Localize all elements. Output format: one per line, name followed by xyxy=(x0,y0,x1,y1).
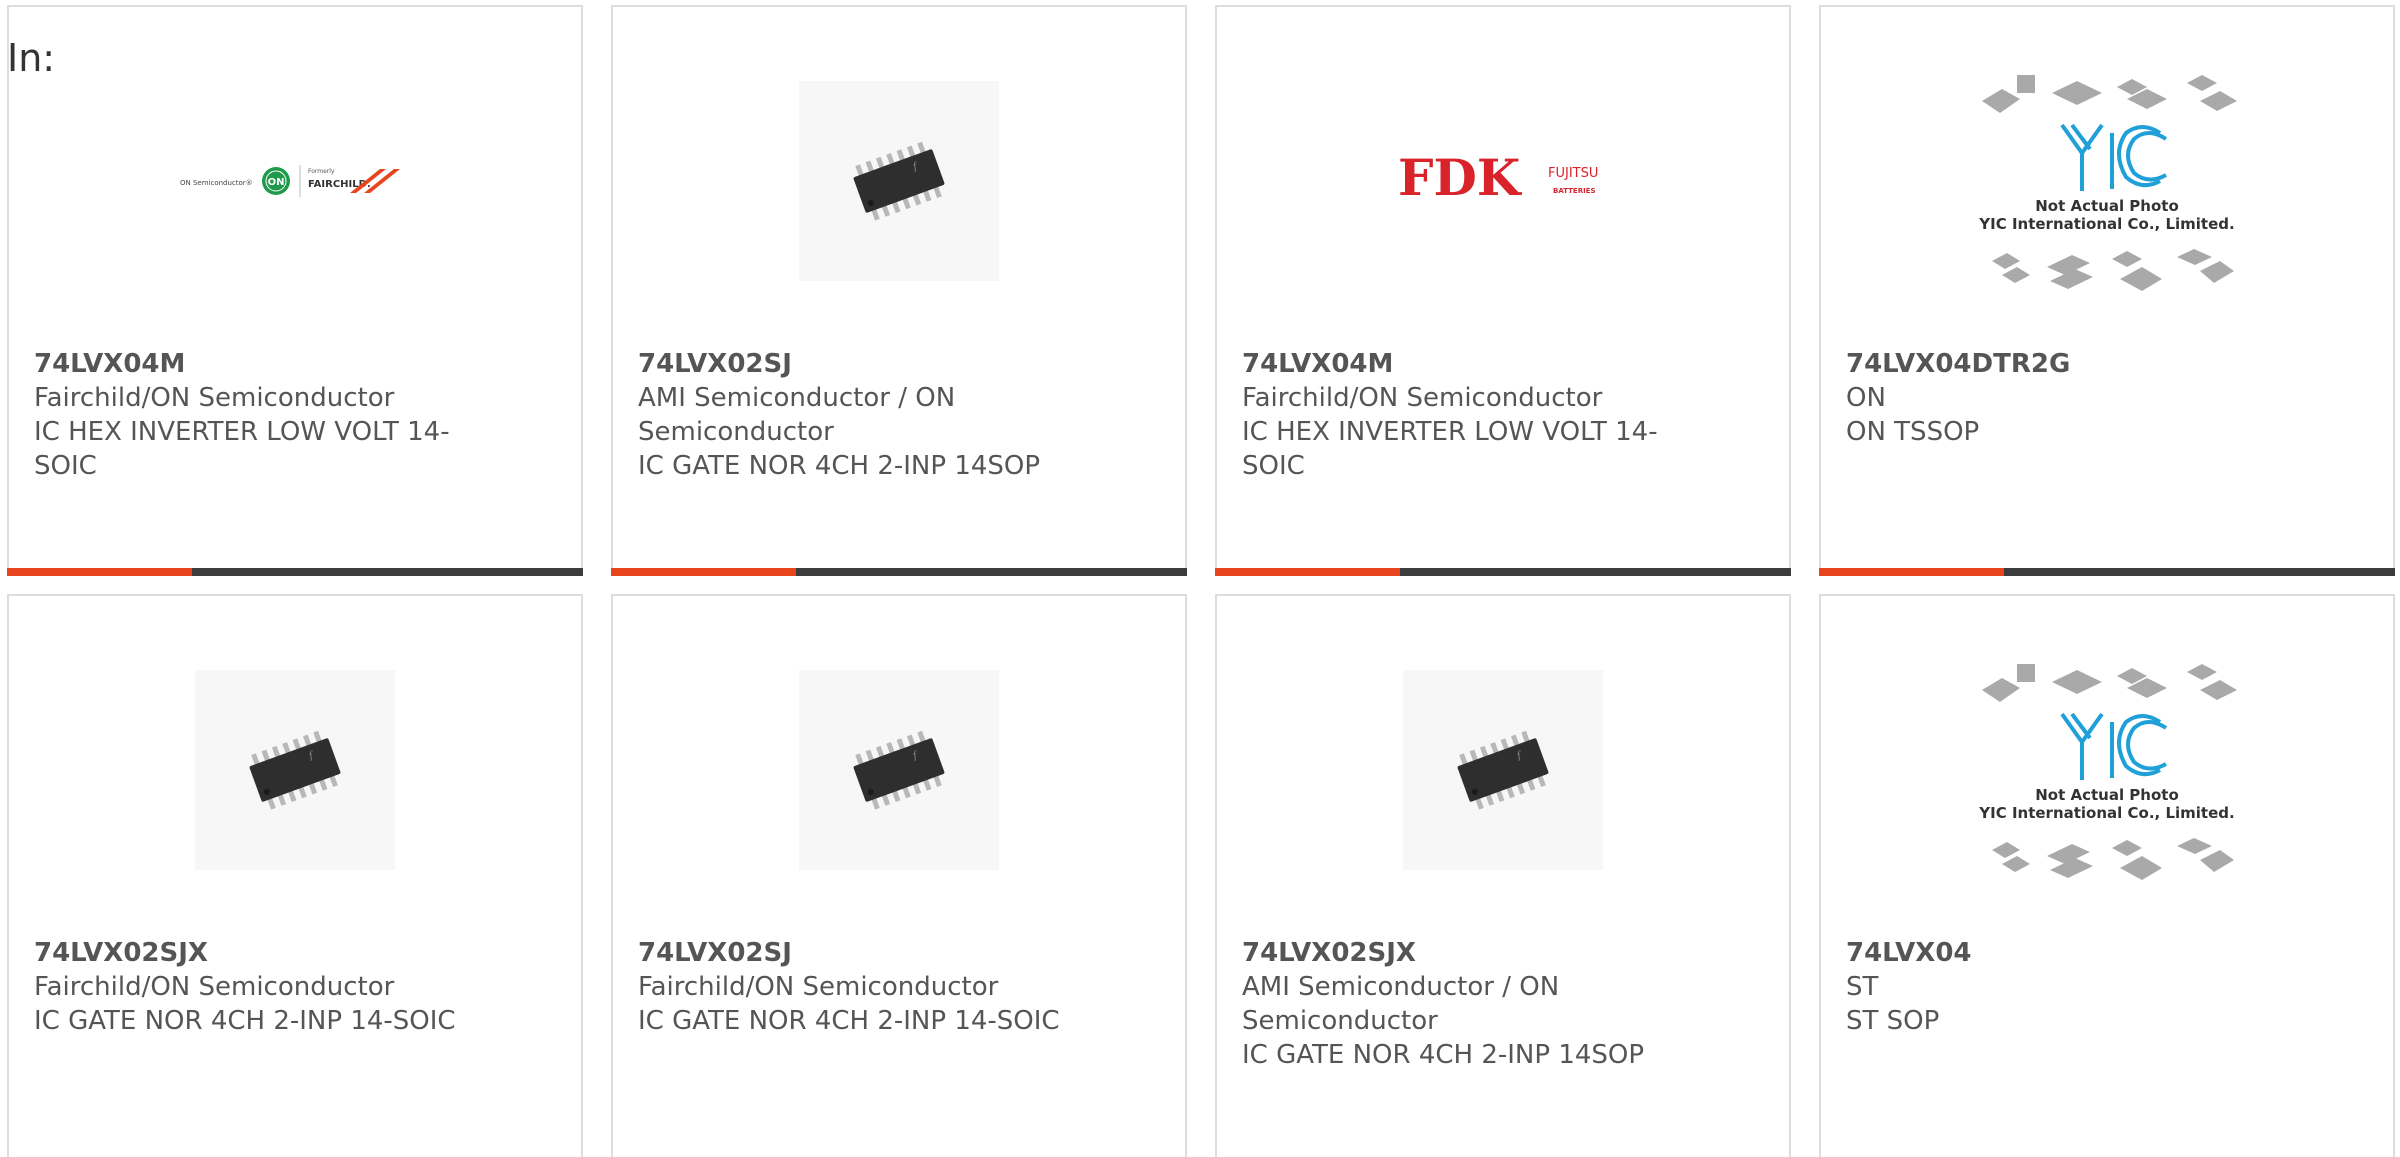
product-image: f xyxy=(1217,650,1789,890)
part-number[interactable]: 74LVX04M xyxy=(1242,347,1672,381)
part-number[interactable]: 74LVX02SJ xyxy=(638,936,1068,970)
part-number[interactable]: 74LVX04DTR2G xyxy=(1846,347,2276,381)
product-image: FDK FUJITSU BATTERIES xyxy=(1217,61,1789,301)
description: IC GATE NOR 4CH 2-INP 14SOP xyxy=(638,451,1041,481)
placeholder-line2: YIC International Co., Limited. xyxy=(1978,215,2234,233)
product-card[interactable]: f 74LVX02SJ Fairchild/ON Semiconductor I… xyxy=(611,594,1187,1157)
manufacturer: ST xyxy=(1846,972,1879,1002)
product-info: 74LVX04 ST ST SOP xyxy=(1846,936,2276,1038)
product-image: ON Semiconductor® ON Formerly FAIRCHILD. xyxy=(9,61,581,301)
product-image: Not Actual Photo YIC International Co., … xyxy=(1821,61,2393,301)
product-card[interactable]: f 74LVX02SJ AMI Semiconductor / ON Semic… xyxy=(611,5,1187,576)
product-image: Not Actual Photo YIC International Co., … xyxy=(1821,650,2393,890)
description: IC GATE NOR 4CH 2-INP 14SOP xyxy=(1242,1040,1645,1070)
product-card[interactable]: f 74LVX02SJX AMI Semiconductor / ON Semi… xyxy=(1215,594,1791,1157)
product-info: 74LVX04DTR2G ON ON TSSOP xyxy=(1846,347,2276,449)
part-number[interactable]: 74LVX04 xyxy=(1846,936,2276,970)
part-number[interactable]: 74LVX02SJX xyxy=(34,936,464,970)
manufacturer: Fairchild/ON Semiconductor xyxy=(34,972,395,1002)
part-number[interactable]: 74LVX02SJX xyxy=(1242,936,1672,970)
card-bottom-bar xyxy=(1819,568,2395,576)
logo-text-fujitsu: FUJITSU xyxy=(1548,166,1598,181)
card-bottom-bar xyxy=(7,568,583,576)
manufacturer: ON xyxy=(1846,383,1886,413)
filter-label: In: xyxy=(7,36,56,80)
product-info: 74LVX04M Fairchild/ON Semiconductor IC H… xyxy=(1242,347,1672,483)
product-card[interactable]: f 74LVX02SJX Fairchild/ON Semiconductor … xyxy=(7,594,583,1157)
logo-text-batteries: BATTERIES xyxy=(1553,187,1596,195)
logo-text-fdk: FDK xyxy=(1398,151,1522,207)
product-image: f xyxy=(613,650,1185,890)
logo-text-formerly: Formerly xyxy=(308,168,335,175)
description: ON TSSOP xyxy=(1846,417,1980,447)
yic-placeholder-icon: Not Actual Photo YIC International Co., … xyxy=(1978,664,2237,880)
product-info: 74LVX02SJX AMI Semiconductor / ON Semico… xyxy=(1242,936,1672,1072)
placeholder-line1: Not Actual Photo xyxy=(2035,786,2179,804)
manufacturer: Fairchild/ON Semiconductor xyxy=(34,383,395,413)
card-accent-bar xyxy=(7,568,192,576)
manufacturer: AMI Semiconductor / ON Semiconductor xyxy=(1242,972,1560,1036)
description: IC GATE NOR 4CH 2-INP 14-SOIC xyxy=(34,1006,456,1036)
logo-text-on-semi: ON Semiconductor® xyxy=(180,179,253,187)
description: IC HEX INVERTER LOW VOLT 14-SOIC xyxy=(1242,417,1658,481)
card-bottom-bar xyxy=(611,568,1187,576)
description: IC HEX INVERTER LOW VOLT 14-SOIC xyxy=(34,417,450,481)
manufacturer: AMI Semiconductor / ON Semiconductor xyxy=(638,383,956,447)
part-number[interactable]: 74LVX02SJ xyxy=(638,347,1068,381)
card-accent-bar xyxy=(611,568,796,576)
card-bottom-bar xyxy=(1215,568,1791,576)
product-image: f xyxy=(9,650,581,890)
product-card[interactable]: FDK FUJITSU BATTERIES 74LVX04M Fairchild… xyxy=(1215,5,1791,576)
logo-text-on: ON xyxy=(268,177,285,188)
fairchild-on-logo-icon: ON Semiconductor® ON Formerly FAIRCHILD. xyxy=(180,165,400,197)
chip-photo-icon: f xyxy=(799,670,999,870)
fdk-fujitsu-logo-icon: FDK FUJITSU BATTERIES xyxy=(1398,151,1598,207)
chip-photo-icon: f xyxy=(799,81,999,281)
part-number[interactable]: 74LVX04M xyxy=(34,347,464,381)
manufacturer: Fairchild/ON Semiconductor xyxy=(1242,383,1603,413)
manufacturer: Fairchild/ON Semiconductor xyxy=(638,972,999,1002)
product-card[interactable]: ON Semiconductor® ON Formerly FAIRCHILD.… xyxy=(7,5,583,576)
description: ST SOP xyxy=(1846,1006,1940,1036)
product-card[interactable]: Not Actual Photo YIC International Co., … xyxy=(1819,594,2395,1157)
card-accent-bar xyxy=(1215,568,1400,576)
product-grid: In: ON Semiconductor® ON Formerly FAIRCH… xyxy=(0,0,2400,1157)
product-info: 74LVX04M Fairchild/ON Semiconductor IC H… xyxy=(34,347,464,483)
card-accent-bar xyxy=(1819,568,2004,576)
description: IC GATE NOR 4CH 2-INP 14-SOIC xyxy=(638,1006,1060,1036)
chip-photo-icon: f xyxy=(1403,670,1603,870)
placeholder-line1: Not Actual Photo xyxy=(2035,197,2179,215)
product-info: 74LVX02SJX Fairchild/ON Semiconductor IC… xyxy=(34,936,464,1038)
product-image: f xyxy=(613,61,1185,301)
product-card[interactable]: Not Actual Photo YIC International Co., … xyxy=(1819,5,2395,576)
product-info: 74LVX02SJ AMI Semiconductor / ON Semicon… xyxy=(638,347,1068,483)
placeholder-line2: YIC International Co., Limited. xyxy=(1978,804,2234,822)
product-info: 74LVX02SJ Fairchild/ON Semiconductor IC … xyxy=(638,936,1068,1038)
chip-photo-icon: f xyxy=(195,670,395,870)
yic-placeholder-icon: Not Actual Photo YIC International Co., … xyxy=(1978,75,2237,291)
